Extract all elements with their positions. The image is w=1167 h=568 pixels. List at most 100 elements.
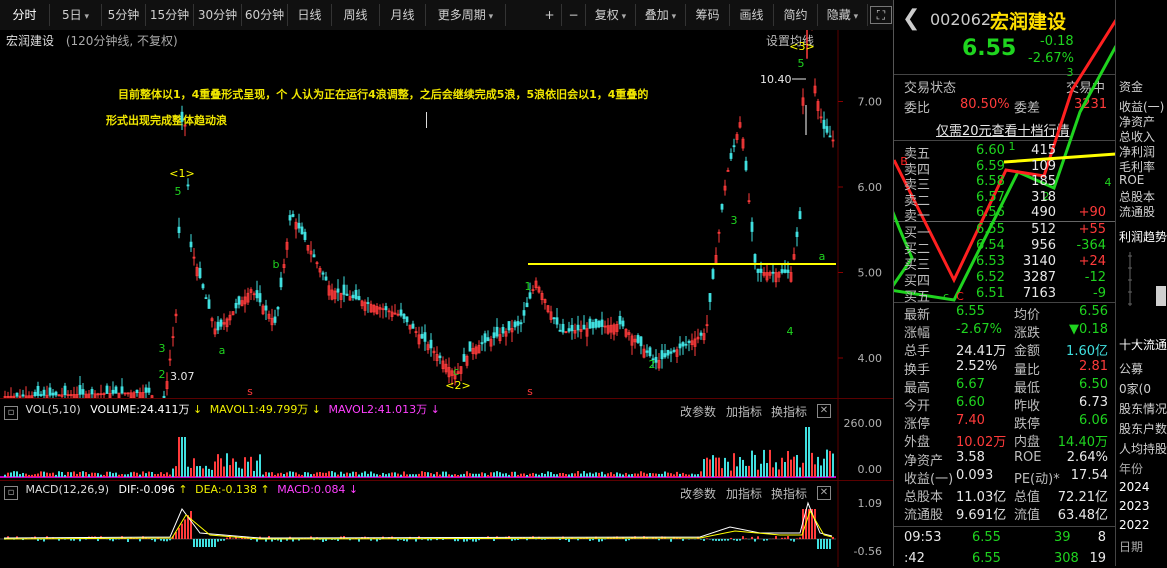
tab-30min[interactable]: 30分钟	[194, 4, 242, 26]
volume-bar	[130, 472, 132, 477]
volume-bar	[706, 458, 708, 477]
simple-mode-button[interactable]: 简约	[774, 4, 818, 26]
wave-label: 2	[159, 368, 166, 381]
zoom-in-button[interactable]: +	[538, 4, 562, 26]
tab-15min[interactable]: 15分钟	[146, 4, 194, 26]
zoom-out-button[interactable]: −	[562, 4, 586, 26]
candle-body	[463, 354, 465, 361]
macd-bar	[517, 539, 519, 540]
candle-body	[43, 390, 45, 395]
volume-bar	[118, 475, 120, 477]
candle-body	[559, 330, 561, 331]
candle-body	[700, 333, 702, 335]
volume-bar	[562, 473, 564, 477]
tab-intraday[interactable]: 分时	[0, 4, 50, 26]
volume-bar	[418, 474, 420, 477]
tab-5min[interactable]: 5分钟	[102, 4, 146, 26]
holder-item[interactable]: 股东情况	[1119, 400, 1167, 417]
volume-bar	[25, 474, 27, 477]
volume-bar	[133, 472, 135, 477]
expand-icon[interactable]: ⛶	[870, 6, 892, 24]
volume-bar	[778, 469, 780, 477]
volume-bar	[328, 471, 330, 477]
volume-bar	[691, 474, 693, 477]
macd-bar	[511, 539, 513, 541]
volume-bar	[103, 475, 105, 477]
chips-button[interactable]: 筹码	[686, 4, 730, 26]
fund-count: 0家(0	[1119, 380, 1151, 397]
wave-label: 4	[787, 325, 794, 338]
macd-bar	[58, 539, 60, 541]
volume-bar	[154, 474, 156, 477]
macd-bar	[493, 539, 495, 541]
wave-label: 1	[525, 280, 532, 293]
candle-body	[487, 338, 489, 341]
adjust-button[interactable]: 复权	[586, 4, 636, 26]
volume-bar	[136, 473, 138, 477]
volume-bar	[64, 475, 66, 477]
finance-item: ROE	[1119, 173, 1144, 187]
macd-bar	[601, 539, 603, 541]
volume-bar	[28, 475, 30, 477]
volume-bar	[352, 472, 354, 477]
overlay-wave-label: 3	[1067, 66, 1074, 79]
volume-bar	[427, 472, 429, 477]
volume-bar	[493, 472, 495, 477]
macd-bar	[199, 539, 201, 547]
ask-row: 卖二6.57318	[894, 190, 1116, 207]
volume-bar	[313, 474, 315, 477]
kline-chart[interactable]: 10.009.008.007.006.005.004.0032<1>5abc<2…	[0, 30, 893, 398]
volume-bar	[712, 455, 714, 477]
price-tick-label: 5.00	[858, 267, 883, 280]
volume-bar	[454, 474, 456, 477]
tab-5day[interactable]: 5日	[50, 4, 102, 26]
volume-bar	[580, 474, 582, 477]
volume-bar	[43, 472, 45, 477]
candle-body	[496, 327, 498, 336]
candle-body	[577, 325, 579, 330]
macd-bar	[814, 509, 816, 539]
stat-row: 最新6.55均价6.56	[894, 304, 1116, 321]
stat-row: 流通股9.691亿流值63.48亿	[894, 504, 1116, 521]
macd-bar	[205, 539, 207, 547]
candle-body	[508, 321, 510, 329]
volume-bar	[652, 473, 654, 477]
volume-panel[interactable]: ▫ VOL(5,10) VOLUME:24.411万 ↓ MAVOL1:49.7…	[0, 398, 893, 481]
tab-60min[interactable]: 60分钟	[242, 4, 288, 26]
overlay-button[interactable]: 叠加	[636, 4, 686, 26]
candle-body	[571, 325, 573, 330]
volume-bar	[571, 473, 573, 477]
volume-bar	[169, 475, 171, 477]
bid-row: 买二6.54956-364	[894, 238, 1116, 255]
volume-bar	[175, 466, 177, 477]
candle-body	[787, 270, 789, 272]
holder-item[interactable]: 股东户数	[1119, 420, 1167, 437]
fund-tab[interactable]: 资金	[1119, 78, 1143, 95]
top10-holders[interactable]: 十大流通	[1119, 336, 1167, 353]
macd-bar	[43, 539, 45, 542]
volume-bar	[226, 453, 228, 477]
draw-line-button[interactable]: 画线	[730, 4, 774, 26]
macd-bar	[796, 538, 798, 539]
volume-bar	[598, 473, 600, 477]
candle-body	[595, 319, 597, 327]
candle-body	[619, 316, 621, 324]
macd-bar	[832, 537, 834, 539]
price-tick-label: 6.00	[858, 181, 883, 194]
volume-bar	[715, 458, 717, 477]
hide-button[interactable]: 隐藏	[818, 4, 868, 26]
tab-weekly[interactable]: 周线	[332, 4, 380, 26]
macd-panel[interactable]: ▫ MACD(12,26,9) DIF:-0.096 ↑ DEA:-0.138 …	[0, 480, 893, 567]
kline-panel[interactable]: 宏润建设 (120分钟线, 不复权) 设置均线 目前整体以1，4重叠形式呈现，个…	[0, 30, 893, 398]
macd-bar	[427, 539, 429, 541]
holder-item[interactable]: 人均持股	[1119, 440, 1167, 457]
volume-bar	[739, 457, 741, 477]
candle-body	[772, 272, 774, 273]
volume-bar	[439, 475, 441, 477]
tab-monthly[interactable]: 月线	[380, 4, 426, 26]
volume-bar	[514, 472, 516, 477]
volume-bar	[229, 465, 231, 477]
tab-more-periods[interactable]: 更多周期	[426, 4, 506, 26]
bid-row: 买三6.533140+24	[894, 254, 1116, 271]
tab-daily[interactable]: 日线	[288, 4, 332, 26]
